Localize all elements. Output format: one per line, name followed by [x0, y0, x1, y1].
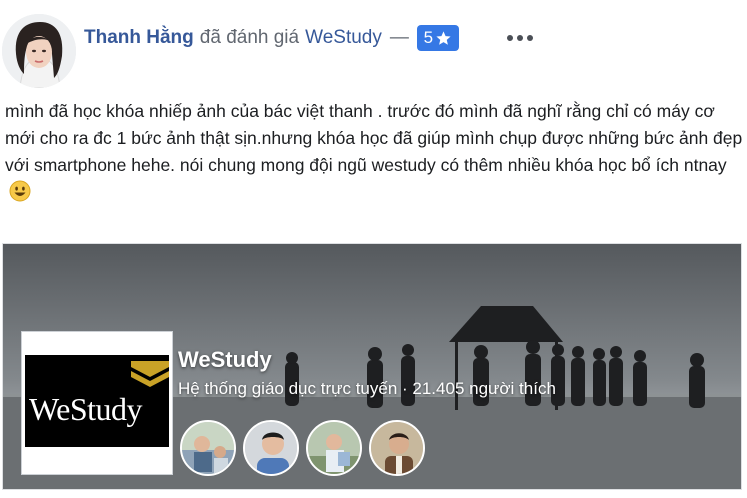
page-preview-card[interactable]: WeStudy WeStudy Hệ thống giáo dục trực t… — [2, 243, 742, 490]
fan-avatar[interactable] — [243, 420, 299, 476]
smile-emoji-icon — [9, 180, 31, 210]
post-header-line: Thanh Hằng đã đánh giá WeStudy — 5 — [84, 24, 459, 52]
page-logo-text: WeStudy — [29, 391, 143, 427]
page-name[interactable]: WeStudy — [178, 347, 272, 373]
author-name[interactable]: Thanh Hằng — [84, 27, 194, 49]
fan-avatar[interactable] — [306, 420, 362, 476]
author-avatar[interactable] — [2, 14, 76, 88]
fan-avatars — [180, 420, 425, 476]
post-body-text: mình đã học khóa nhiếp ảnh của bác việt … — [5, 101, 743, 175]
page-logo[interactable]: WeStudy — [21, 331, 173, 475]
page-link[interactable]: WeStudy — [305, 27, 382, 49]
post-header: Thanh Hằng đã đánh giá WeStudy — 5 — [0, 0, 747, 90]
star-icon — [435, 30, 452, 47]
page-logo-panel: WeStudy — [25, 355, 169, 447]
fan-avatar[interactable] — [180, 420, 236, 476]
separator-dash: — — [389, 27, 409, 48]
more-options-button[interactable] — [500, 24, 540, 52]
post-body: mình đã học khóa nhiếp ảnh của bác việt … — [5, 98, 743, 210]
fan-avatar[interactable] — [369, 420, 425, 476]
review-verb: đã đánh giá — [199, 27, 300, 48]
more-dots-icon — [505, 29, 535, 47]
rating-value: 5 — [423, 28, 434, 47]
rating-badge: 5 — [416, 25, 459, 51]
page-subtitle: Hệ thống giáo dục trực tuyến · 21.405 ng… — [178, 379, 556, 398]
